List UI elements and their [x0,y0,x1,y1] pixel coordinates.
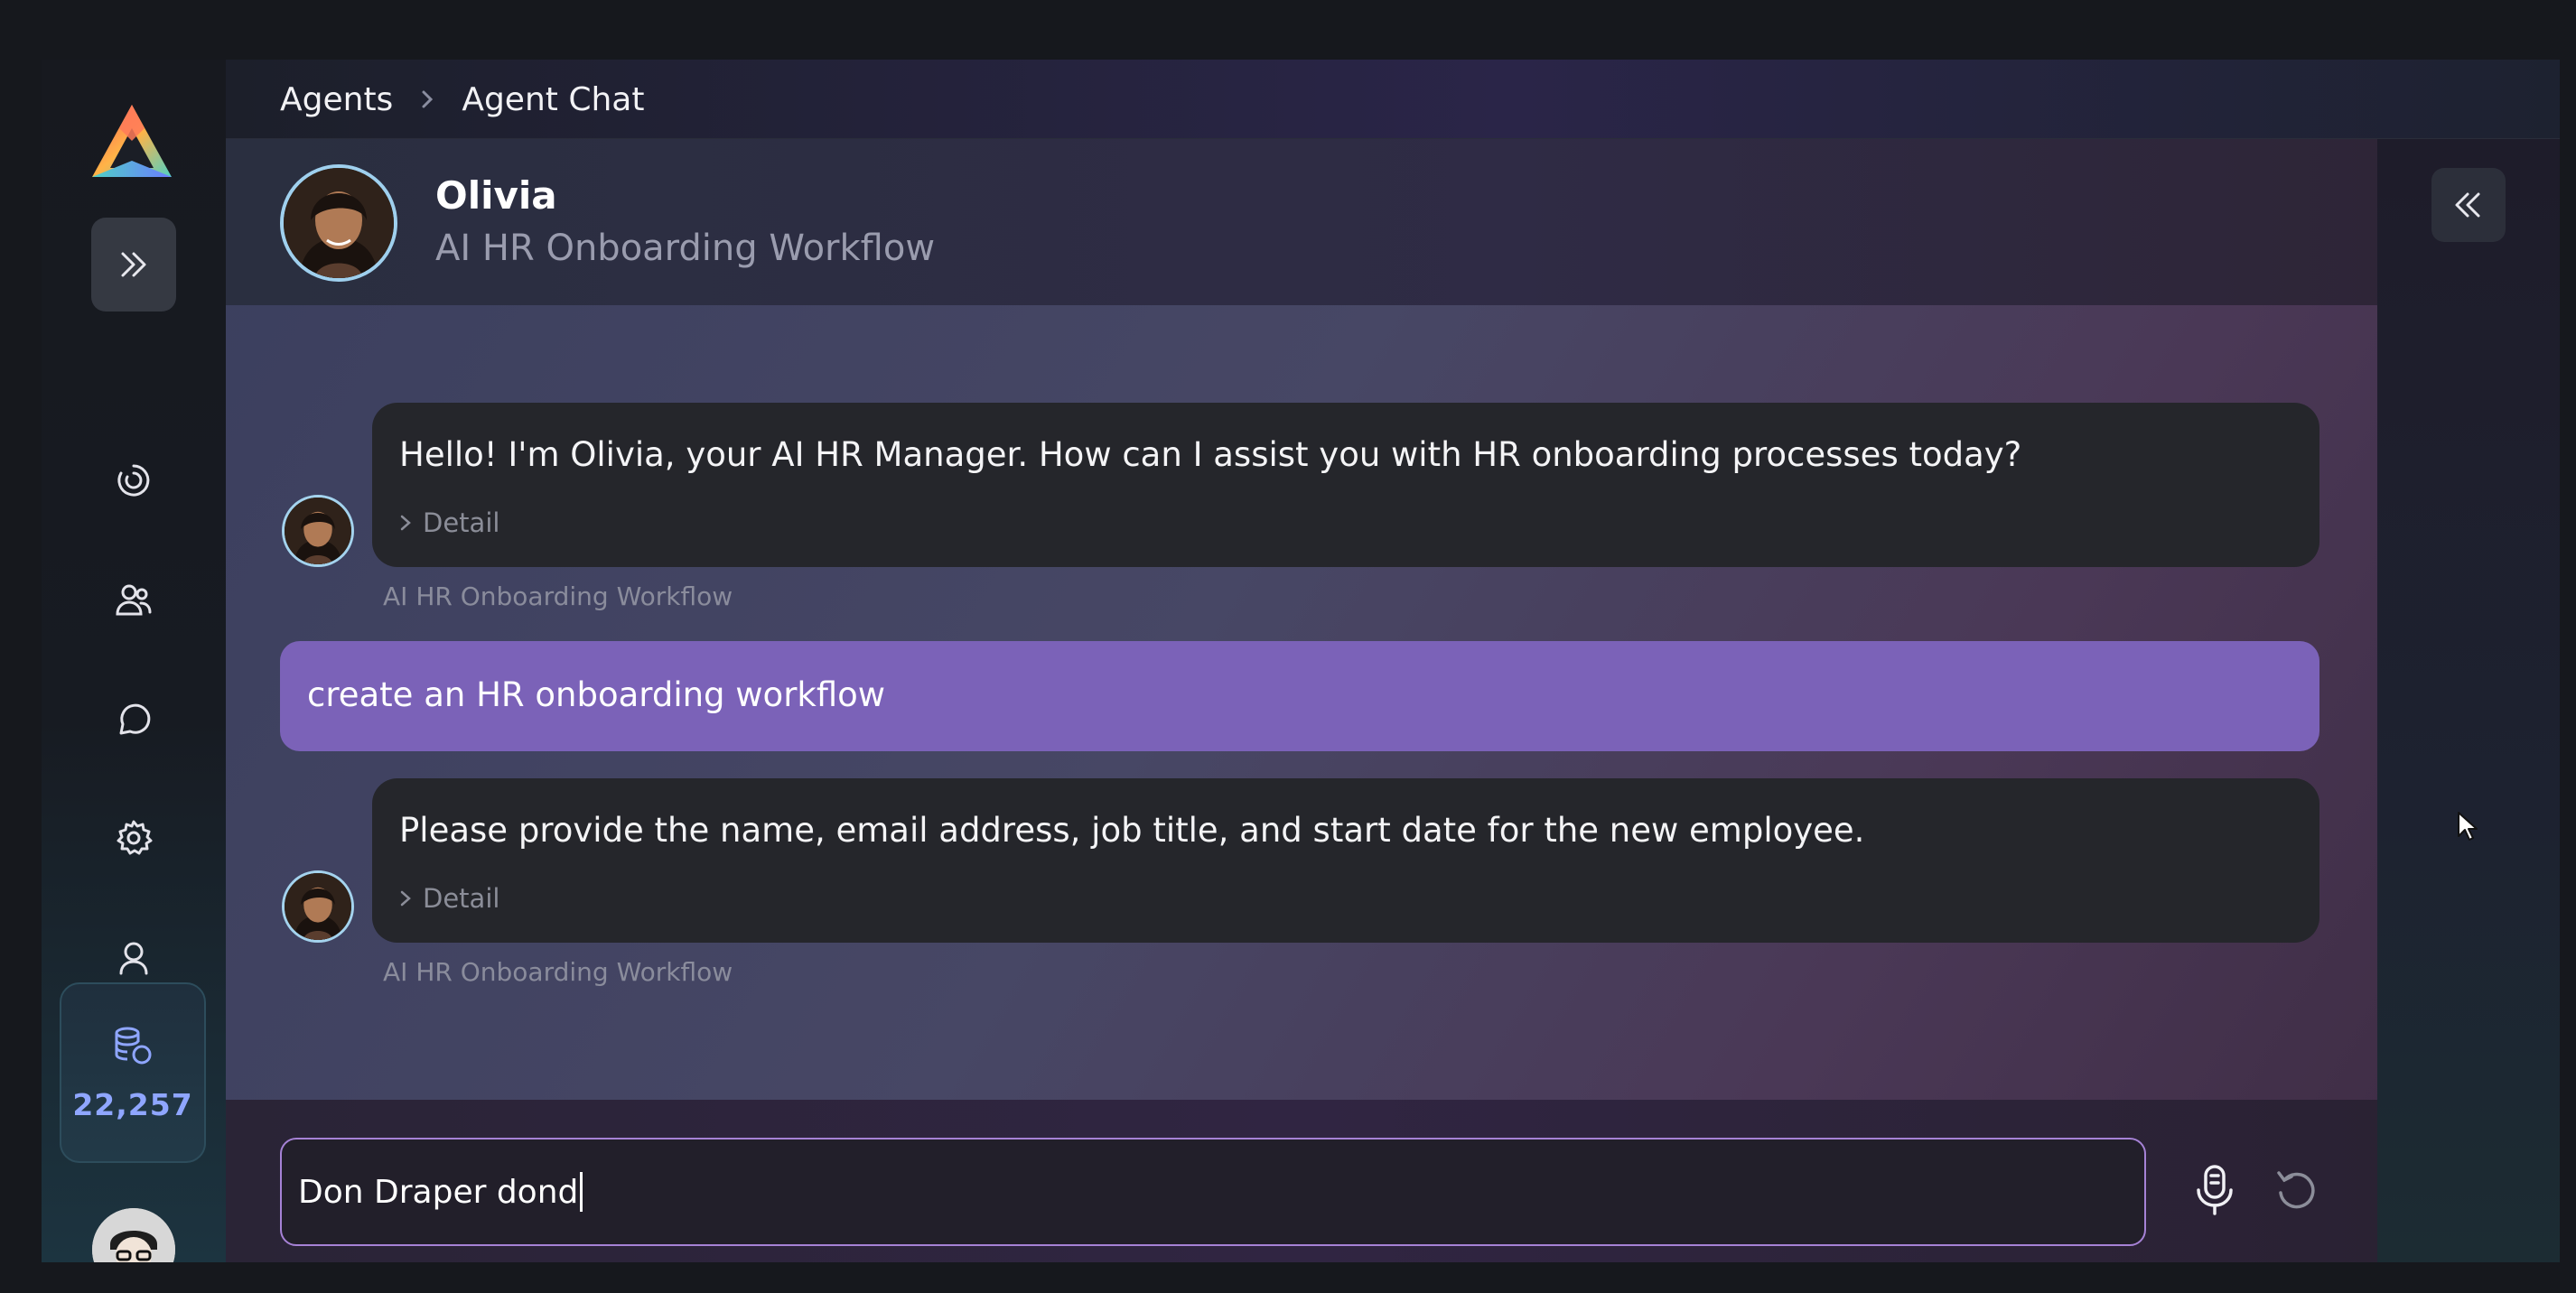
agent-message-avatar [282,495,354,567]
expand-icon [121,252,146,277]
agent-role: AI HR Onboarding Workflow [435,228,936,269]
reset-icon [2277,1171,2315,1209]
agent-message-bubble: Please provide the name, email address, … [372,778,2319,943]
agent-name: Olivia [435,173,557,218]
agent-avatar [280,164,397,282]
microphone-icon [2197,1165,2233,1215]
collapse-icon [2455,192,2480,218]
breadcrumb: Agents Agent Chat [280,60,644,139]
text-caret [580,1172,583,1212]
credits-card[interactable]: 22,257 [60,982,206,1163]
chat-panel: Olivia AI HR Onboarding Workflow Hello! … [226,139,2377,1262]
composer: Don Draper dond [226,1100,2377,1262]
mouse-cursor-icon [2458,812,2478,841]
breadcrumb-agents[interactable]: Agents [280,81,393,118]
settings-icon [117,820,153,855]
voice-input-button[interactable] [2186,1161,2244,1219]
top-bar: Agents Agent Chat [226,60,2560,139]
reset-chat-button[interactable] [2271,1165,2323,1217]
app-logo[interactable] [89,101,175,182]
detail-toggle[interactable]: Detail [399,507,499,538]
nav-dashboard[interactable] [112,459,155,502]
agent-message-text: Hello! I'm Olivia, your AI HR Manager. H… [399,435,2022,474]
dashboard-icon [117,464,150,497]
agent-message-avatar [282,870,354,943]
chat-header: Olivia AI HR Onboarding Workflow [226,139,2377,305]
message-input-value: Don Draper dond [298,1173,579,1211]
database-icon [115,1027,152,1064]
detail-toggle[interactable]: Detail [399,883,499,914]
profile-icon [119,942,148,975]
chevron-right-icon [400,890,411,907]
message-input[interactable]: Don Draper dond [280,1138,2146,1246]
app-window: 22,257 Agents Agent Chat Olivia AI HR On… [42,60,2560,1262]
credits-balance: 22,257 [72,1086,193,1122]
expand-sidebar-button[interactable] [91,218,176,312]
users-icon [116,584,152,616]
message-source: AI HR Onboarding Workflow [383,957,733,987]
sidebar: 22,257 [42,60,226,1262]
nav-settings[interactable] [112,816,155,860]
agent-message-bubble: Hello! I'm Olivia, your AI HR Manager. H… [372,403,2319,567]
breadcrumb-agent-chat: Agent Chat [462,80,645,118]
right-panel [2377,139,2560,1262]
nav-profile[interactable] [112,935,155,979]
chevron-right-icon [400,515,411,531]
user-message-text: create an HR onboarding workflow [307,675,886,714]
agent-message-text: Please provide the name, email address, … [399,811,1865,850]
detail-label: Detail [423,883,500,914]
nav-chat[interactable] [112,697,155,740]
collapse-panel-button[interactable] [2431,168,2506,242]
message-source: AI HR Onboarding Workflow [383,581,733,611]
user-avatar[interactable] [92,1208,175,1262]
detail-label: Detail [423,507,500,538]
chat-icon [119,703,151,735]
nav-agents[interactable] [112,578,155,621]
chevron-right-icon [422,90,434,108]
user-message-bubble: create an HR onboarding workflow [280,641,2319,751]
